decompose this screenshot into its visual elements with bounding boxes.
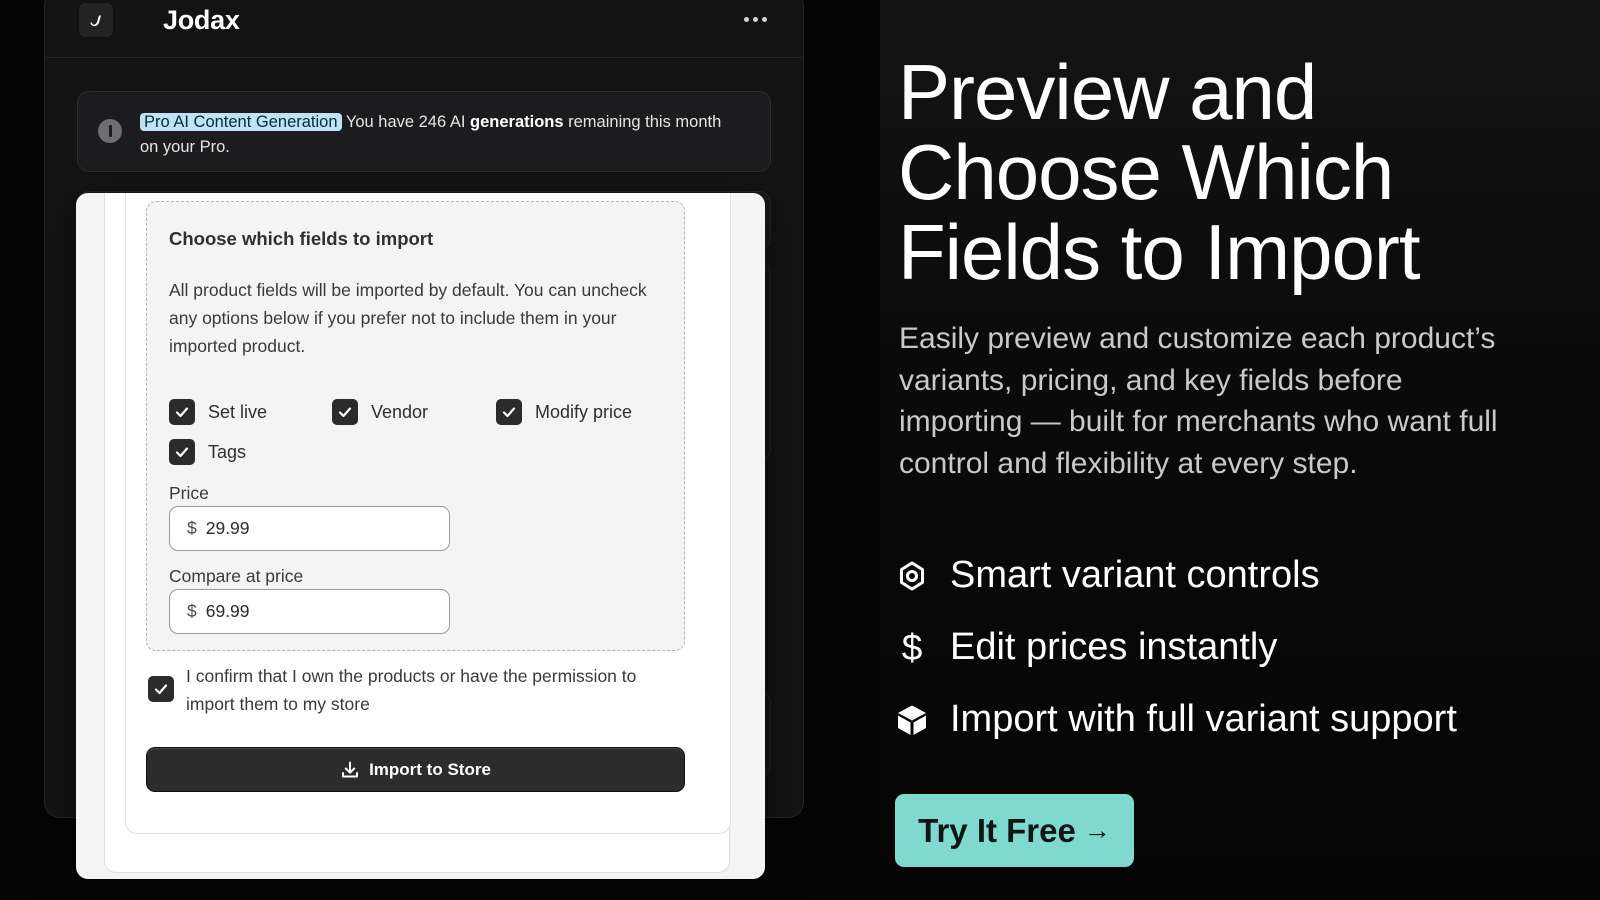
notice-text-before: You have 246 AI xyxy=(341,113,471,131)
option-label: Vendor xyxy=(371,401,429,422)
panel-description: All product fields will be imported by d… xyxy=(169,280,647,356)
jodax-logo-icon xyxy=(79,3,113,37)
feature-label: Import with full variant support xyxy=(950,698,1457,740)
compare-price-input[interactable]: $ 69.99 xyxy=(169,589,450,634)
feature-smart-variant: Smart variant controls xyxy=(894,554,1320,597)
option-modify-price[interactable]: Modify price xyxy=(496,399,632,425)
hero-description: Easily preview and customize each produc… xyxy=(899,322,1498,480)
checkbox-checked-icon[interactable] xyxy=(332,399,358,425)
option-label: Tags xyxy=(208,441,247,462)
option-label: Modify price xyxy=(535,401,633,422)
feature-edit-prices: $ Edit prices instantly xyxy=(894,626,1278,669)
ai-usage-notice: Pro AI Content Generation You have 246 A… xyxy=(77,91,771,172)
arrow-right-icon: → xyxy=(1083,815,1111,845)
price-input[interactable]: $ 29.99 xyxy=(169,506,450,551)
app-header: Jodax xyxy=(45,1,803,58)
feature-full-variant: Import with full variant support xyxy=(894,698,1457,741)
option-set-live[interactable]: Set live xyxy=(169,399,267,425)
more-horizontal-icon[interactable] xyxy=(739,8,771,30)
app-name: Jodax xyxy=(163,5,240,35)
checkbox-checked-icon[interactable] xyxy=(148,676,174,702)
gear-icon xyxy=(894,558,930,594)
checkbox-checked-icon[interactable] xyxy=(496,399,522,425)
download-icon xyxy=(342,761,359,777)
box-icon xyxy=(894,702,930,738)
feature-label: Edit prices instantly xyxy=(950,626,1278,668)
compare-price-label: Compare at price xyxy=(169,566,304,586)
try-it-free-button[interactable]: Try It Free → xyxy=(895,794,1134,867)
currency-symbol: $ xyxy=(187,601,197,621)
option-vendor[interactable]: Vendor xyxy=(332,399,428,425)
currency-symbol: $ xyxy=(187,518,197,538)
modal-inner: Choose which fields to import All produc… xyxy=(104,193,731,873)
info-icon xyxy=(98,119,122,143)
panel-title: Choose which fields to import xyxy=(169,228,434,249)
import-modal: Choose which fields to import All produc… xyxy=(76,193,765,879)
price-label: Price xyxy=(169,483,209,503)
option-tags[interactable]: Tags xyxy=(169,439,246,465)
feature-label: Smart variant controls xyxy=(950,554,1320,596)
hero-title: Preview and Choose Which Fields to Impor… xyxy=(898,48,1421,296)
notice-text: Pro AI Content Generation You have 246 A… xyxy=(140,110,740,160)
notice-text-strong: generations xyxy=(470,113,564,131)
option-label: Set live xyxy=(208,401,268,422)
pro-badge: Pro AI Content Generation xyxy=(140,113,342,131)
import-to-store-button[interactable]: Import to Store xyxy=(146,747,685,792)
confirm-ownership-row[interactable]: I confirm that I own the products or hav… xyxy=(148,662,688,718)
import-button-label: Import to Store xyxy=(369,759,491,779)
cta-label: Try It Free xyxy=(918,811,1076,849)
price-value: 29.99 xyxy=(205,518,250,538)
checkbox-checked-icon[interactable] xyxy=(169,439,195,465)
fields-panel: Choose which fields to import All produc… xyxy=(146,201,685,651)
modal-card: Choose which fields to import All produc… xyxy=(125,193,731,834)
compare-price-value: 69.99 xyxy=(205,601,250,621)
confirm-text: I confirm that I own the products or hav… xyxy=(186,666,637,714)
dollar-icon: $ xyxy=(901,626,923,668)
checkbox-checked-icon[interactable] xyxy=(169,399,195,425)
